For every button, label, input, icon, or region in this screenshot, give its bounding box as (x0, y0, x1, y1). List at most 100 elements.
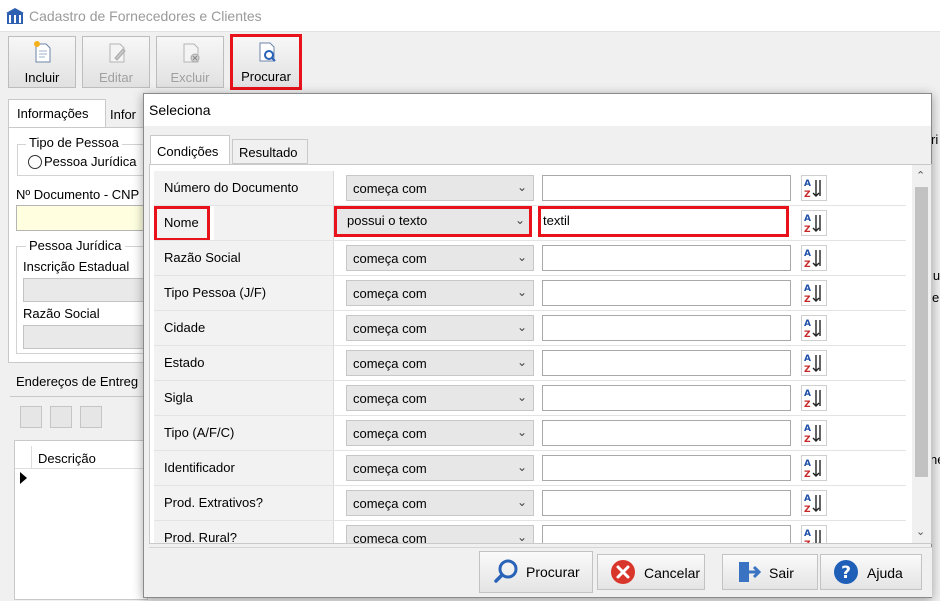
n-documento-label: Nº Documento - CNP (16, 187, 140, 202)
incluir-label: Incluir (24, 70, 60, 85)
condition-operator-select[interactable]: começa com ⌄ (346, 525, 534, 543)
svg-text:A: A (804, 249, 811, 259)
tab-resultado-label: Resultado (239, 145, 298, 160)
condition-value-input[interactable] (542, 525, 791, 543)
sort-az-button[interactable]: AZ (801, 175, 827, 201)
svg-text:A: A (804, 214, 811, 224)
sort-az-icon: AZ (804, 354, 821, 375)
row-pointer-icon (20, 472, 27, 484)
sort-az-button[interactable]: AZ (801, 385, 827, 411)
sort-az-button[interactable]: AZ (801, 210, 827, 236)
condition-operator-select[interactable]: possui o texto ⌄ (334, 206, 532, 237)
condition-operator-select[interactable]: começa com ⌄ (346, 315, 534, 341)
cancelar-button[interactable]: Cancelar (597, 554, 705, 590)
condition-operator-select[interactable]: começa com ⌄ (346, 455, 534, 481)
condition-value-input[interactable] (542, 455, 791, 481)
condition-row: Prod. Rural? começa com ⌄ AZ (154, 521, 906, 543)
condition-value-input[interactable]: textil (538, 206, 789, 237)
scroll-thumb[interactable] (915, 187, 928, 477)
chevron-down-icon: ⌄ (516, 320, 527, 334)
search-document-icon (259, 42, 276, 62)
edit-document-icon (109, 43, 126, 63)
endereco-delete-button[interactable] (80, 406, 102, 428)
condition-label: Tipo Pessoa (J/F) (154, 276, 334, 311)
condition-operator-select[interactable]: começa com ⌄ (346, 245, 534, 271)
razao-social-input[interactable] (23, 325, 147, 349)
conditions-scrollbar[interactable]: ⌃ ⌄ (912, 165, 931, 543)
condition-operator-value: começa com (353, 181, 427, 196)
descricao-header: Descrição (31, 446, 147, 468)
condition-row: Nome possui o texto ⌄ textil A Z (154, 206, 906, 241)
condition-label: Razão Social (154, 241, 334, 276)
pessoa-juridica-radio[interactable] (28, 155, 42, 169)
delete-document-icon (183, 43, 200, 63)
condition-value-input[interactable] (542, 315, 791, 341)
condition-operator-select[interactable]: começa com ⌄ (346, 420, 534, 446)
excluir-button[interactable]: Excluir (156, 36, 224, 88)
tab-informacoes[interactable]: Informações (8, 99, 106, 128)
condition-value-input[interactable] (542, 280, 791, 306)
svg-text:A: A (804, 494, 811, 504)
condition-label: Cidade (154, 311, 334, 346)
sort-az-button[interactable]: AZ (801, 350, 827, 376)
condition-label: Número do Documento (154, 171, 334, 206)
endereco-edit-button[interactable] (50, 406, 72, 428)
procurar-button[interactable]: Procurar (479, 551, 593, 593)
svg-text:A: A (804, 459, 811, 469)
condition-label: Prod. Rural? (154, 521, 334, 543)
endereco-add-button[interactable] (20, 406, 42, 428)
condition-row: Identificador começa com ⌄ A Z (154, 451, 906, 486)
sort-az-button[interactable]: AZ (801, 455, 827, 481)
right-fragment-1: ri (931, 132, 939, 147)
svg-text:A: A (804, 319, 811, 329)
condition-value-input[interactable] (542, 420, 791, 446)
condition-row: Tipo Pessoa (J/F) começa com ⌄ A Z (154, 276, 906, 311)
inscricao-estadual-input[interactable] (23, 278, 147, 302)
condition-operator-select[interactable]: começa com ⌄ (346, 385, 534, 411)
condition-value-input[interactable] (542, 490, 791, 516)
sort-az-button[interactable]: AZ (801, 245, 827, 271)
sort-az-button[interactable]: AZ (801, 315, 827, 341)
condition-operator-select[interactable]: começa com ⌄ (346, 175, 534, 201)
chevron-down-icon: ⌄ (516, 425, 527, 439)
n-documento-input[interactable] (16, 205, 148, 231)
tab-info-2[interactable]: Infor (110, 107, 136, 122)
seleciona-dialog: Seleciona Condições Resultado Número do … (143, 93, 932, 598)
chevron-down-icon: ⌄ (516, 460, 527, 474)
search-icon (494, 559, 518, 583)
scroll-down-icon[interactable]: ⌄ (916, 525, 925, 538)
condition-operator-value: começa com (353, 251, 427, 266)
condition-operator-select[interactable]: começa com ⌄ (346, 350, 534, 376)
window-titlebar: Cadastro de Fornecedores e Clientes (0, 0, 940, 32)
condition-value-input[interactable] (542, 245, 791, 271)
procurar-toolbar-button[interactable]: Procurar (230, 34, 302, 90)
sort-az-button[interactable]: AZ (801, 490, 827, 516)
svg-text:Z: Z (804, 190, 811, 200)
tab-condicoes[interactable]: Condições (150, 135, 230, 165)
condition-operator-select[interactable]: começa com ⌄ (346, 280, 534, 306)
editar-button[interactable]: Editar (82, 36, 150, 88)
condition-operator-select[interactable]: começa com ⌄ (346, 490, 534, 516)
sair-button[interactable]: Sair (722, 554, 818, 590)
cancelar-label: Cancelar (644, 565, 701, 581)
sort-az-icon: AZ (804, 249, 821, 270)
svg-text:A: A (804, 354, 811, 364)
condition-row: Sigla começa com ⌄ A Z (154, 381, 906, 416)
tab-informacoes-label: Informações (17, 106, 89, 121)
chevron-down-icon: ⌄ (516, 390, 527, 404)
condition-label: Sigla (154, 381, 334, 416)
condition-value-input[interactable] (542, 350, 791, 376)
sort-az-button[interactable]: AZ (801, 525, 827, 543)
sort-az-button[interactable]: AZ (801, 420, 827, 446)
scroll-up-icon[interactable]: ⌃ (916, 169, 925, 182)
condition-value-input[interactable] (542, 175, 791, 201)
ajuda-button[interactable]: ? Ajuda (820, 554, 922, 590)
editar-label: Editar (99, 70, 133, 85)
incluir-button[interactable]: Incluir (8, 36, 76, 88)
condition-operator-value: começa com (353, 286, 427, 301)
tab-resultado[interactable]: Resultado (232, 139, 308, 164)
condition-value-input[interactable] (542, 385, 791, 411)
chevron-down-icon: ⌄ (516, 495, 527, 509)
sort-az-icon: AZ (804, 424, 821, 445)
sort-az-button[interactable]: AZ (801, 280, 827, 306)
